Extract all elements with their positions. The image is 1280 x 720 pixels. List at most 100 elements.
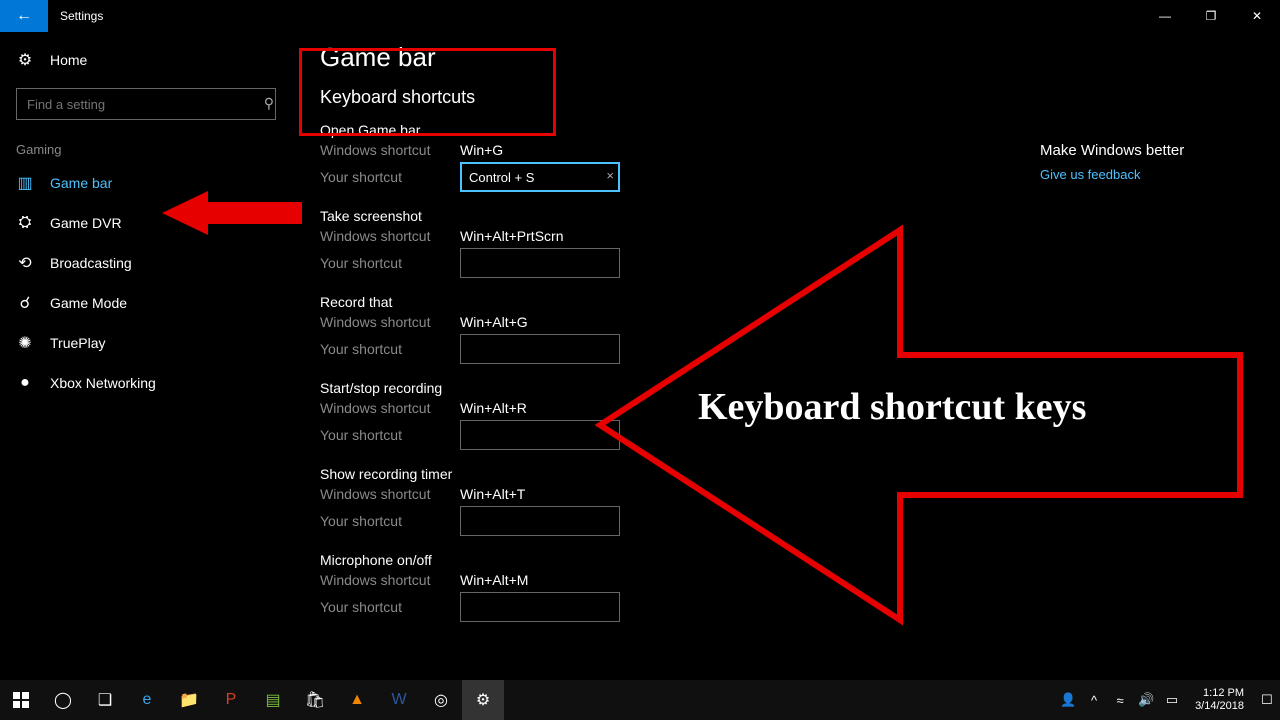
search-icon: ⚲	[264, 95, 274, 112]
your-shortcut-label: Your shortcut	[320, 169, 460, 185]
windows-shortcut-value: Win+Alt+T	[460, 486, 525, 502]
windows-shortcut-label: Windows shortcut	[320, 142, 460, 158]
windows-shortcut-row: Windows shortcutWin+Alt+R	[320, 400, 1268, 416]
windows-shortcut-value: Win+Alt+PrtScrn	[460, 228, 563, 244]
tray-notifications-icon[interactable]: ☐	[1254, 680, 1280, 720]
start-button[interactable]	[0, 680, 42, 720]
windows-shortcut-label: Windows shortcut	[320, 314, 460, 330]
sidebar-item-label: Game bar	[50, 175, 112, 191]
windows-shortcut-value: Win+Alt+G	[460, 314, 528, 330]
windows-shortcut-value: Win+G	[460, 142, 503, 158]
broadcast-icon: ⟲	[16, 253, 34, 273]
trueplay-icon: ✺	[16, 333, 34, 353]
your-shortcut-label: Your shortcut	[320, 255, 460, 271]
your-shortcut-input[interactable]	[460, 420, 620, 450]
tray-wifi-icon[interactable]: ≈	[1107, 680, 1133, 720]
sidebar-item-label: Game Mode	[50, 295, 127, 311]
taskbar-clock[interactable]: 1:12 PM 3/14/2018	[1185, 687, 1254, 713]
taskbar-powerpoint-icon[interactable]: P	[210, 680, 252, 720]
your-shortcut-row: Your shortcut	[320, 420, 1268, 450]
your-shortcut-input[interactable]	[460, 162, 620, 192]
sidebar-item-label: TruePlay	[50, 335, 106, 351]
search-input[interactable]	[16, 88, 276, 120]
windows-shortcut-label: Windows shortcut	[320, 486, 460, 502]
gamebar-icon: ▥	[16, 173, 34, 193]
minimize-button[interactable]: ―	[1142, 0, 1188, 32]
taskbar-settings-icon[interactable]: ⚙	[462, 680, 504, 720]
taskbar-camtasia-icon[interactable]: ▤	[252, 680, 294, 720]
sidebar-group-label: Gaming	[0, 132, 300, 163]
taskbar-time: 1:12 PM	[1195, 687, 1244, 700]
your-shortcut-input[interactable]	[460, 248, 620, 278]
windows-shortcut-row: Windows shortcutWin+Alt+G	[320, 314, 1268, 330]
taskbar-cortana-icon[interactable]: ◯	[42, 680, 84, 720]
title-bar: ← Settings ― ❐ ✕	[0, 0, 1280, 32]
windows-shortcut-label: Windows shortcut	[320, 228, 460, 244]
taskbar-explorer-icon[interactable]: 📁	[168, 680, 210, 720]
taskbar-taskview-icon[interactable]: ❑	[84, 680, 126, 720]
shortcut-title: Microphone on/off	[320, 552, 1268, 568]
your-shortcut-input-wrap	[460, 592, 620, 622]
sidebar-search: ⚲	[16, 88, 284, 120]
sidebar-item-game-mode[interactable]: ☌ Game Mode	[0, 283, 300, 323]
sidebar-item-label: Game DVR	[50, 215, 122, 231]
dvr-icon: ⛭	[16, 214, 34, 232]
your-shortcut-input[interactable]	[460, 334, 620, 364]
your-shortcut-label: Your shortcut	[320, 427, 460, 443]
sidebar-item-label: Xbox Networking	[50, 375, 156, 391]
taskbar: ◯ ❑ e 📁 P ▤ 🛍 ▲ W ◎ ⚙ 👤 ^ ≈ 🔊 ▭ 1:12 PM …	[0, 680, 1280, 720]
taskbar-date: 3/14/2018	[1195, 700, 1244, 713]
sidebar-home-label: Home	[50, 52, 87, 68]
windows-shortcut-label: Windows shortcut	[320, 400, 460, 416]
your-shortcut-input-wrap	[460, 248, 620, 278]
sidebar: ⚙ Home ⚲ Gaming ▥ Game bar ⛭ Game DVR ⟲ …	[0, 32, 300, 680]
shortcut-list: Open Game barWindows shortcutWin+GYour s…	[320, 122, 1268, 622]
shortcut-title: Take screenshot	[320, 208, 1268, 224]
taskbar-chrome-icon[interactable]: ◎	[420, 680, 462, 720]
gear-icon: ⚙	[16, 50, 34, 70]
shortcut-block: Show recording timerWindows shortcutWin+…	[320, 466, 1268, 536]
shortcut-block: Record thatWindows shortcutWin+Alt+GYour…	[320, 294, 1268, 364]
shortcut-block: Start/stop recordingWindows shortcutWin+…	[320, 380, 1268, 450]
sidebar-item-trueplay[interactable]: ✺ TruePlay	[0, 323, 300, 363]
close-button[interactable]: ✕	[1234, 0, 1280, 32]
sidebar-item-broadcasting[interactable]: ⟲ Broadcasting	[0, 243, 300, 283]
your-shortcut-label: Your shortcut	[320, 599, 460, 615]
main-panel: Game bar Keyboard shortcuts Open Game ba…	[300, 32, 1280, 680]
feedback-link[interactable]: Give us feedback	[1040, 167, 1240, 182]
sidebar-item-label: Broadcasting	[50, 255, 132, 271]
taskbar-edge-icon[interactable]: e	[126, 680, 168, 720]
tray-people-icon[interactable]: 👤	[1055, 680, 1081, 720]
your-shortcut-input-wrap	[460, 506, 620, 536]
sidebar-item-xbox-networking[interactable]: ● Xbox Networking	[0, 363, 300, 403]
tray-volume-icon[interactable]: 🔊	[1133, 680, 1159, 720]
back-button[interactable]: ←	[0, 0, 48, 32]
sidebar-home[interactable]: ⚙ Home	[0, 40, 300, 80]
taskbar-tray: 👤 ^ ≈ 🔊 ▭ 1:12 PM 3/14/2018 ☐	[1055, 680, 1280, 720]
clear-shortcut-icon[interactable]: ×	[606, 168, 614, 183]
right-pane: Make Windows better Give us feedback	[1040, 142, 1240, 182]
taskbar-word-icon[interactable]: W	[378, 680, 420, 720]
your-shortcut-input[interactable]	[460, 592, 620, 622]
windows-shortcut-value: Win+Alt+M	[460, 572, 528, 588]
taskbar-vlc-icon[interactable]: ▲	[336, 680, 378, 720]
your-shortcut-input[interactable]	[460, 506, 620, 536]
sidebar-item-game-dvr[interactable]: ⛭ Game DVR	[0, 203, 300, 243]
taskbar-store-icon[interactable]: 🛍	[294, 680, 336, 720]
maximize-button[interactable]: ❐	[1188, 0, 1234, 32]
windows-shortcut-label: Windows shortcut	[320, 572, 460, 588]
page-heading: Game bar	[320, 42, 1268, 73]
window-controls: ― ❐ ✕	[1142, 0, 1280, 32]
xbox-icon: ●	[16, 374, 34, 392]
windows-shortcut-value: Win+Alt+R	[460, 400, 527, 416]
sidebar-item-game-bar[interactable]: ▥ Game bar	[0, 163, 300, 203]
windows-shortcut-row: Windows shortcutWin+Alt+PrtScrn	[320, 228, 1268, 244]
your-shortcut-input-wrap	[460, 420, 620, 450]
shortcut-block: Take screenshot Windows shortcutWin+Alt+P…	[320, 208, 1268, 278]
shortcut-title: Record that	[320, 294, 1268, 310]
your-shortcut-label: Your shortcut	[320, 513, 460, 529]
gamemode-icon: ☌	[16, 293, 34, 313]
tray-battery-icon[interactable]: ▭	[1159, 680, 1185, 720]
your-shortcut-row: Your shortcut	[320, 248, 1268, 278]
tray-up-icon[interactable]: ^	[1081, 680, 1107, 720]
